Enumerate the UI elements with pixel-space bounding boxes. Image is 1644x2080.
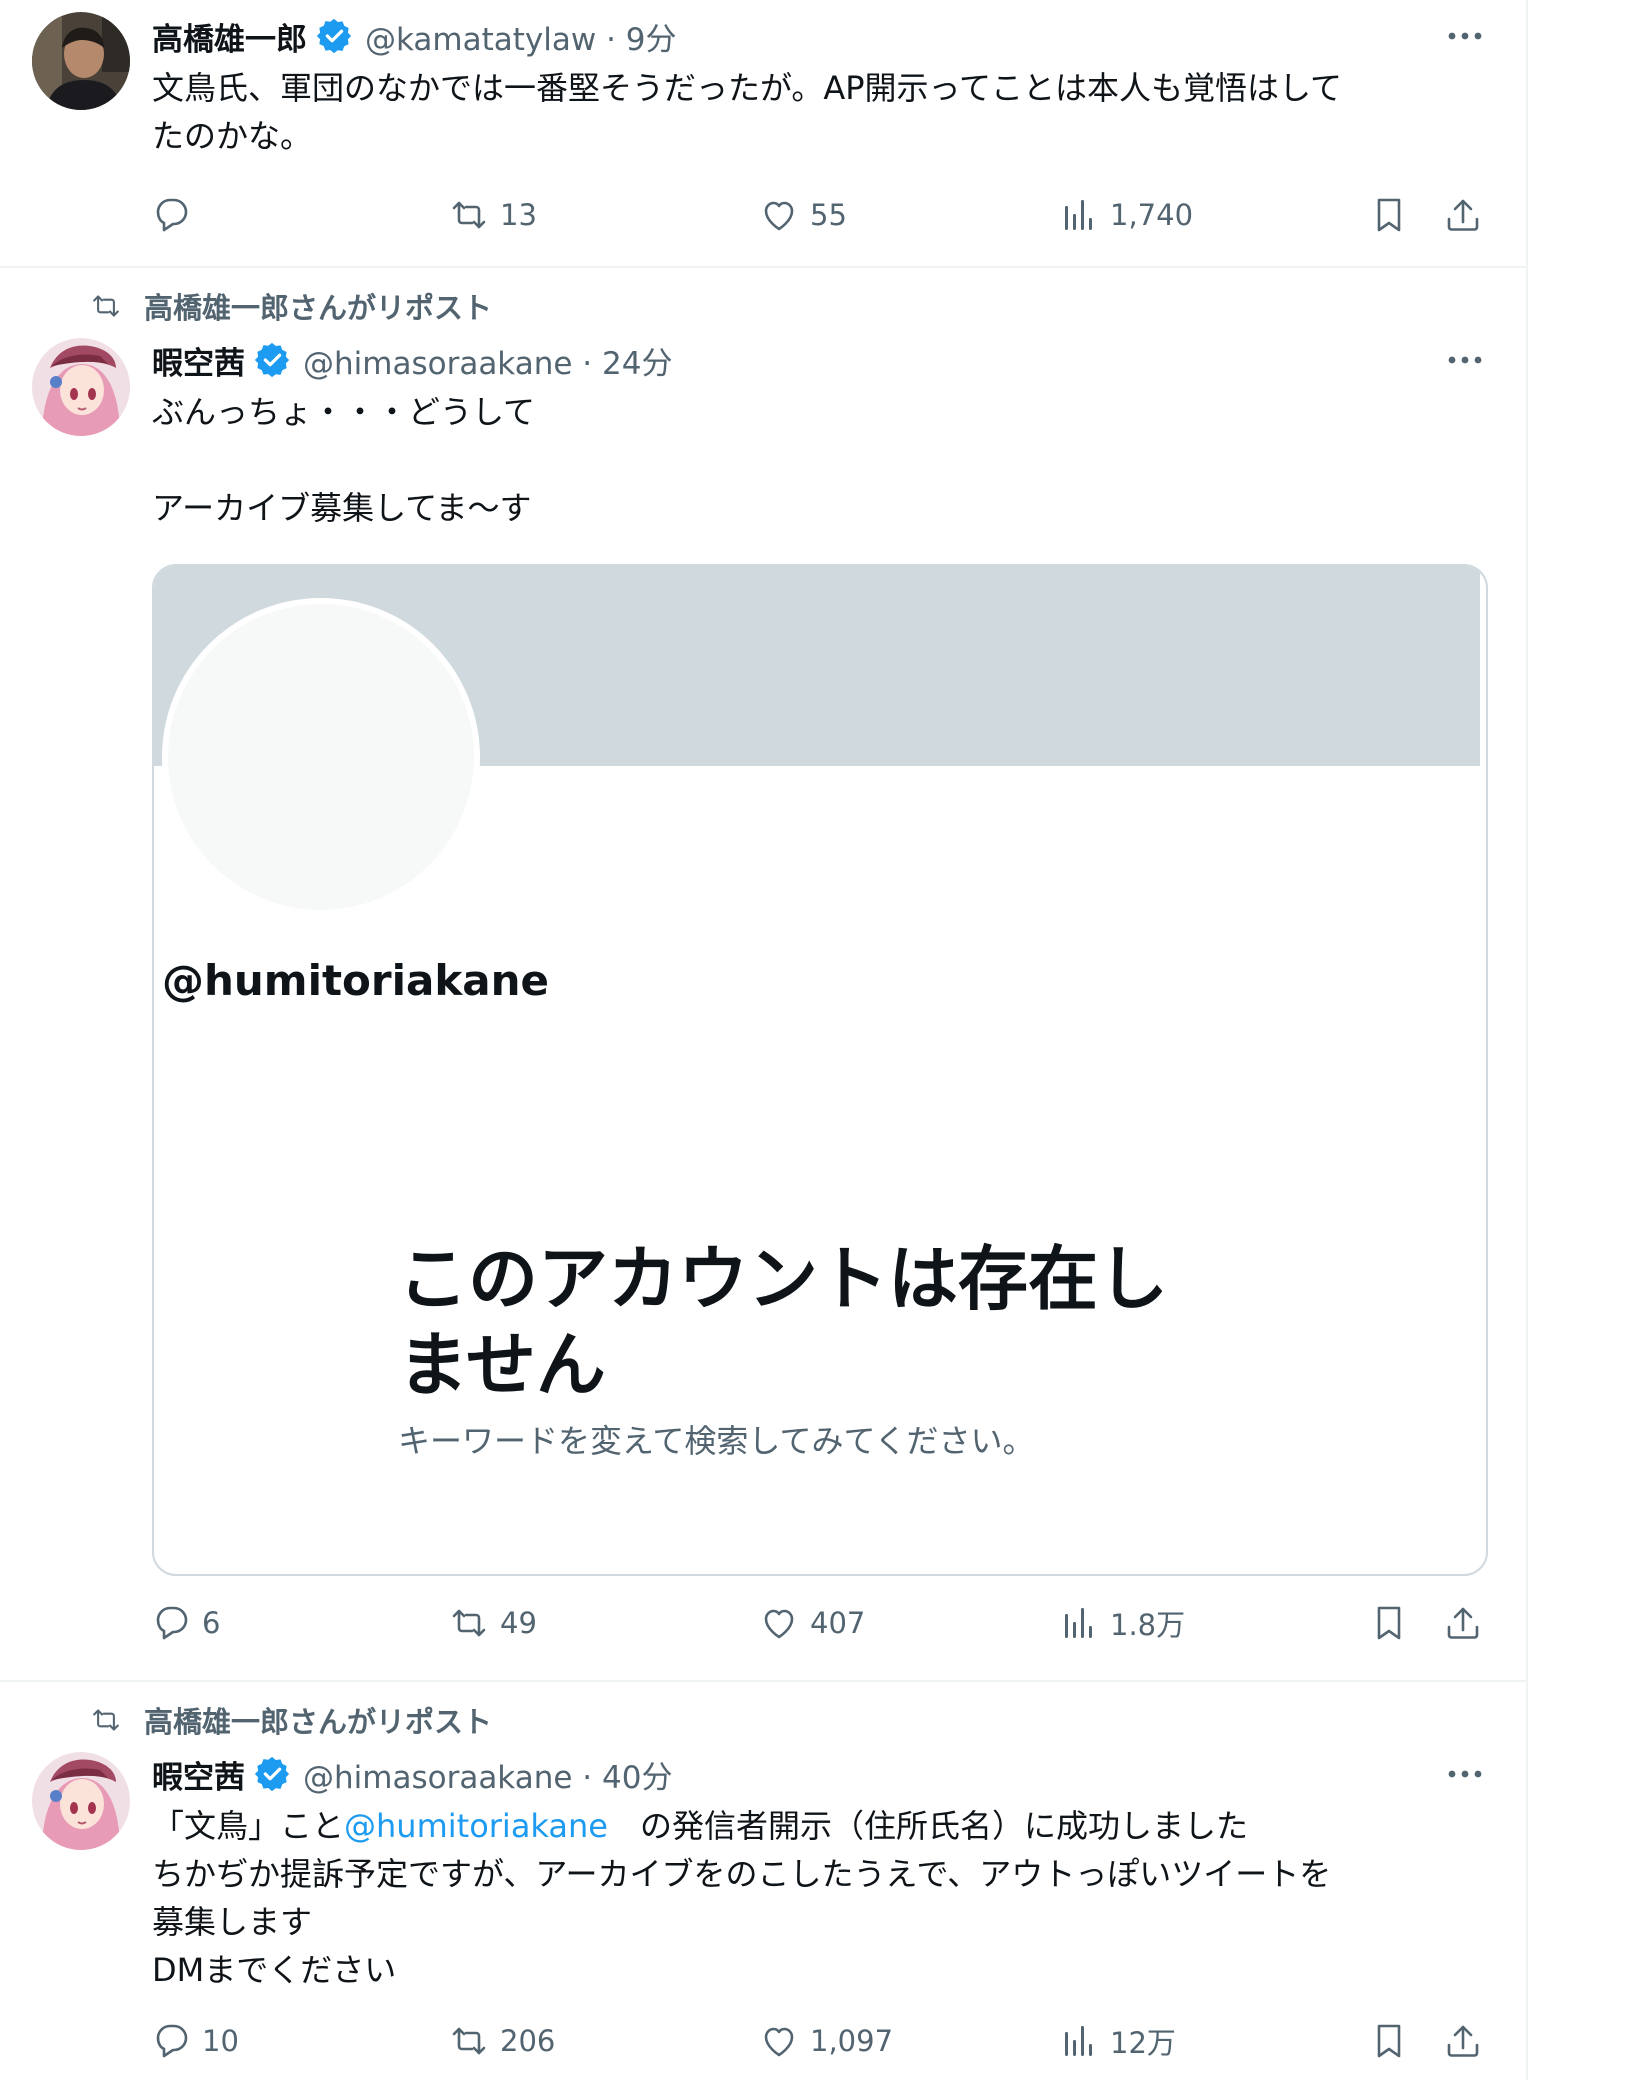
like-count: 1,097 <box>810 2024 894 2058</box>
tweet-header: 高橋雄一郎 @kamatatylaw · 9分 <box>152 14 677 58</box>
verified-badge-icon <box>253 1755 291 1793</box>
author-name[interactable]: 暇空茜 <box>152 1752 245 1797</box>
retweet-icon <box>93 1709 119 1731</box>
profile-avatar-placeholder <box>162 598 480 916</box>
retweet-icon <box>452 1609 486 1637</box>
tweet-text: 「文鳥」こと@humitoriakane の発信者開示（住所氏名）に成功しました… <box>152 1802 1331 1994</box>
views-count: 1,740 <box>1110 198 1194 232</box>
retweet-count: 13 <box>500 198 537 232</box>
bookmark-icon <box>1377 198 1401 232</box>
author-handle-time[interactable]: @himasoraakane · 40分 <box>303 1752 672 1797</box>
verified-badge-icon <box>315 17 353 55</box>
repost-indicator[interactable]: 高橋雄一郎さんがリポスト <box>88 1698 492 1742</box>
profile-handle: @humitoriakane <box>162 956 550 1005</box>
tweet-actions: 10 206 1,097 12万 <box>152 2018 1492 2064</box>
share-button[interactable] <box>1444 1600 1482 1646</box>
reply-count: 10 <box>202 2024 239 2058</box>
share-icon <box>1447 199 1479 231</box>
embedded-profile-card[interactable]: @humitoriakane このアカウントは存在しません キーワードを変えて検… <box>152 564 1488 1576</box>
tweet-header: 暇空茜 @himasoraakane · 40分 <box>152 1752 672 1796</box>
reply-button[interactable] <box>152 192 190 238</box>
reply-button[interactable]: 10 <box>152 2018 239 2064</box>
retweet-button[interactable]: 206 <box>450 2018 555 2064</box>
timeline-feed: 高橋雄一郎 @kamatatylaw · 9分 文鳥氏、軍団のなかでは一番堅そう… <box>0 0 1528 2080</box>
views-button[interactable]: 12万 <box>1060 2018 1176 2064</box>
views-count: 1.8万 <box>1110 1608 1186 1642</box>
retweet-button[interactable]: 49 <box>450 1600 537 1646</box>
bookmark-button[interactable] <box>1370 2018 1408 2064</box>
reply-icon <box>156 1606 188 1640</box>
like-button[interactable]: 1,097 <box>760 2018 893 2064</box>
bookmark-icon <box>1377 2024 1401 2058</box>
tweet-text-prefix: 「文鳥」こと <box>152 1807 345 1845</box>
reply-button[interactable]: 6 <box>152 1600 220 1646</box>
tweet-header: 暇空茜 @himasoraakane · 24分 <box>152 338 672 382</box>
like-count: 55 <box>810 198 847 232</box>
tweet-actions: 13 55 1,740 <box>152 192 1492 238</box>
mention-link[interactable]: @humitoriakane <box>344 1807 608 1845</box>
retweet-icon <box>93 295 119 317</box>
author-name[interactable]: 暇空茜 <box>152 338 245 383</box>
share-icon <box>1447 2025 1479 2057</box>
account-not-exist-title: このアカウントは存在しません <box>398 1238 1168 1406</box>
tweet-text-line: アーカイブ募集してま〜す <box>152 489 532 527</box>
views-icon <box>1065 1608 1092 1638</box>
retweet-icon <box>452 201 486 229</box>
reply-count: 6 <box>202 1606 221 1640</box>
retweet-count: 206 <box>500 2024 556 2058</box>
author-handle-time[interactable]: @himasoraakane · 24分 <box>303 338 672 383</box>
tweet-text-line: ちかぢか提訴予定ですが、アーカイブをのこしたうえで、アウトっぽいツイートを <box>152 1855 1332 1893</box>
retweet-button[interactable]: 13 <box>450 192 537 238</box>
like-icon <box>764 201 794 231</box>
tweet-text-line: 募集します <box>152 1903 313 1941</box>
verified-badge-icon <box>253 341 291 379</box>
more-options-icon[interactable] <box>1440 14 1490 58</box>
tweet-actions: 6 49 407 1.8万 <box>152 1600 1492 1646</box>
retweet-count: 49 <box>500 1606 537 1640</box>
views-icon <box>1065 2026 1092 2056</box>
repost-indicator[interactable]: 高橋雄一郎さんがリポスト <box>88 284 492 328</box>
author-name[interactable]: 高橋雄一郎 <box>152 14 307 59</box>
share-icon <box>1447 1607 1479 1639</box>
tweet-text-line: 「文鳥」こと@humitoriakane の発信者開示（住所氏名）に成功しました <box>152 1802 1331 1850</box>
avatar[interactable] <box>32 12 130 110</box>
more-options-icon[interactable] <box>1440 1752 1490 1796</box>
tweet-text: 文鳥氏、軍団のなかでは一番堅そうだったが。AP開示ってことは本人も覚悟はして た… <box>152 64 1342 160</box>
avatar[interactable] <box>32 338 130 436</box>
retweet-icon <box>452 2027 486 2055</box>
avatar[interactable] <box>32 1752 130 1850</box>
tweet-text-line: たのかな。 <box>152 117 313 155</box>
more-options-icon[interactable] <box>1440 338 1490 382</box>
reply-icon <box>156 2024 188 2058</box>
tweet-text-line: ぶんっちょ・・・どうして <box>152 393 536 431</box>
share-button[interactable] <box>1444 2018 1482 2064</box>
repost-label: 高橋雄一郎さんがリポスト <box>144 291 493 325</box>
tweet-divider <box>0 1680 1528 1682</box>
tweet-text-line: 文鳥氏、軍団のなかでは一番堅そうだったが。AP開示ってことは本人も覚悟はして <box>152 69 1342 107</box>
views-button[interactable]: 1,740 <box>1060 192 1193 238</box>
like-button[interactable]: 407 <box>760 1600 865 1646</box>
like-icon <box>764 2027 794 2057</box>
like-count: 407 <box>810 1606 866 1640</box>
views-count: 12万 <box>1110 2026 1176 2060</box>
like-icon <box>764 1609 794 1639</box>
tweet-divider <box>0 266 1528 268</box>
bookmark-button[interactable] <box>1370 192 1408 238</box>
tweet-text-suffix: の発信者開示（住所氏名）に成功しました <box>607 1807 1248 1845</box>
bookmark-button[interactable] <box>1370 1600 1408 1646</box>
views-button[interactable]: 1.8万 <box>1060 1600 1185 1646</box>
account-not-exist-subtitle: キーワードを変えて検索してみてください。 <box>398 1422 1035 1460</box>
author-handle-time[interactable]: @kamatatylaw · 9分 <box>365 14 677 59</box>
share-button[interactable] <box>1444 192 1482 238</box>
repost-label: 高橋雄一郎さんがリポスト <box>144 1705 493 1739</box>
bookmark-icon <box>1377 1606 1401 1640</box>
reply-icon <box>156 198 188 232</box>
tweet-text: ぶんっちょ・・・どうして アーカイブ募集してま〜す <box>152 388 535 532</box>
views-icon <box>1065 200 1092 230</box>
like-button[interactable]: 55 <box>760 192 847 238</box>
tweet-text-line: DMまでください <box>152 1951 397 1989</box>
